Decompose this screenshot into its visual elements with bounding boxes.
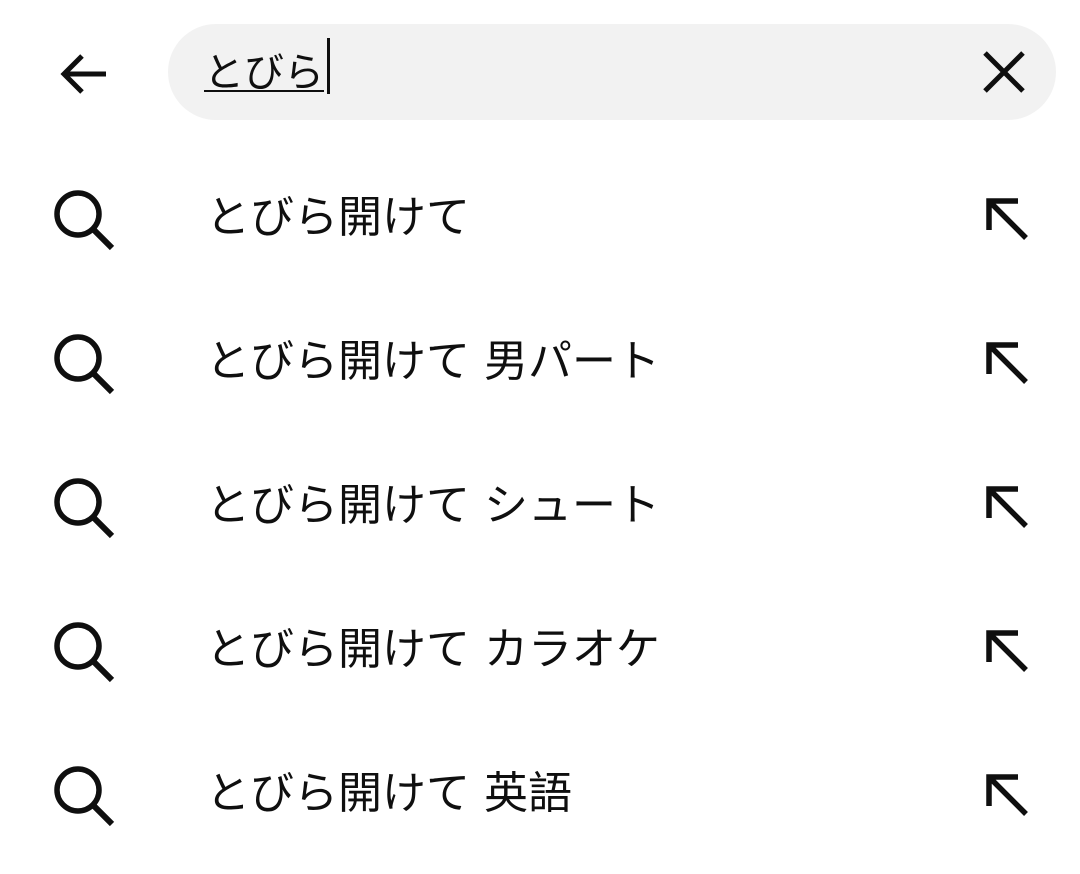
search-icon xyxy=(50,186,118,254)
suggestion-text: とびら開けて 男パート xyxy=(206,336,660,387)
arrow-up-left-icon[interactable] xyxy=(978,478,1036,536)
suggestion-list: とびら開けて とびら開けて 男パート とびら開けて シュート とびら開けて カラ… xyxy=(0,146,1080,866)
clear-search-button[interactable] xyxy=(972,40,1036,104)
arrow-up-left-icon[interactable] xyxy=(978,190,1036,248)
search-icon xyxy=(50,474,118,542)
search-icon xyxy=(50,330,118,398)
search-header: とびら xyxy=(0,0,1080,146)
suggestion-item[interactable]: とびら開けて シュート xyxy=(0,434,1080,578)
arrow-up-left-icon[interactable] xyxy=(978,766,1036,824)
search-icon xyxy=(50,762,118,830)
search-query[interactable]: とびら xyxy=(204,46,324,100)
arrow-up-left-icon[interactable] xyxy=(978,334,1036,392)
suggestion-text: とびら開けて シュート xyxy=(206,480,660,531)
suggestion-item[interactable]: とびら開けて カラオケ xyxy=(0,578,1080,722)
search-input[interactable]: とびら xyxy=(168,24,1056,120)
suggestion-item[interactable]: とびら開けて 英語 xyxy=(0,722,1080,866)
arrow-up-left-icon[interactable] xyxy=(978,622,1036,680)
suggestion-text: とびら開けて xyxy=(206,192,470,243)
suggestion-item[interactable]: とびら開けて 男パート xyxy=(0,290,1080,434)
arrow-left-icon xyxy=(54,44,114,104)
suggestion-text: とびら開けて 英語 xyxy=(206,768,572,819)
back-button[interactable] xyxy=(36,26,132,122)
close-icon xyxy=(981,49,1027,95)
text-cursor xyxy=(327,38,330,94)
suggestion-text: とびら開けて カラオケ xyxy=(206,624,660,675)
search-icon xyxy=(50,618,118,686)
suggestion-item[interactable]: とびら開けて xyxy=(0,146,1080,290)
